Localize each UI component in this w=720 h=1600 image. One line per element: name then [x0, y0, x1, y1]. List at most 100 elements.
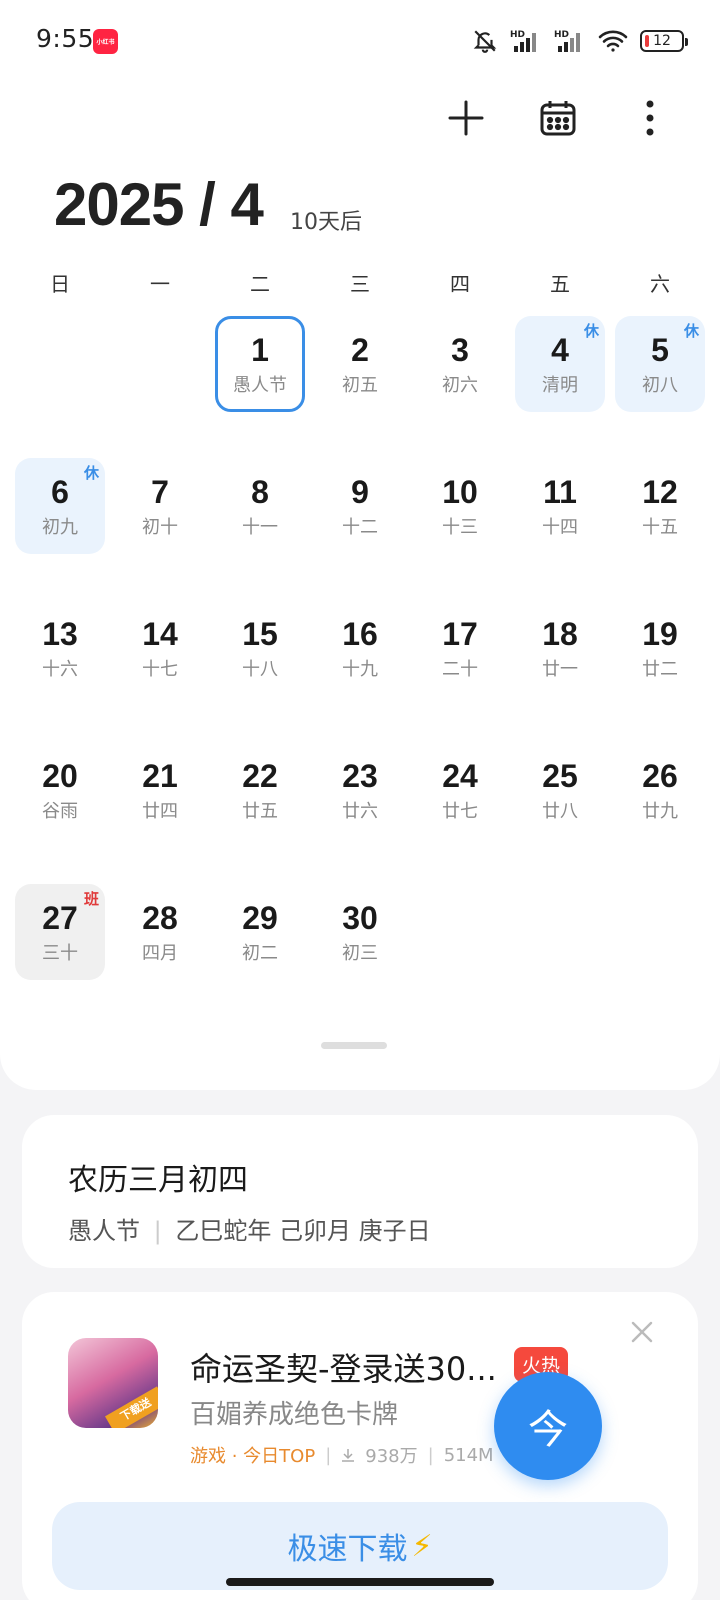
close-ad-button[interactable] [630, 1320, 660, 1350]
lunar-label: 四月 [142, 943, 178, 964]
status-time: 9:55 [36, 24, 95, 53]
lunar-label: 廿一 [542, 659, 578, 680]
today-label: 今 [528, 1407, 568, 1453]
day-cell[interactable]: 21 廿四 [115, 742, 205, 838]
calendar-icon [540, 101, 576, 136]
close-icon [631, 1321, 653, 1343]
weekday-label: 三 [350, 272, 370, 296]
day-cell[interactable]: 17 二十 [415, 600, 505, 696]
day-cell[interactable]: 29 初二 [215, 884, 305, 980]
app-icon[interactable]: 下载送 [68, 1338, 158, 1428]
lunar-label: 廿八 [542, 801, 578, 822]
day-cell[interactable]: 18 廿一 [515, 600, 605, 696]
day-cell[interactable]: 7 初十 [115, 458, 205, 554]
status-bar: 9:55 小红书 HD HD 12 [0, 0, 720, 84]
drag-handle[interactable] [321, 1042, 387, 1049]
day-number: 17 [442, 616, 478, 652]
day-number: 25 [542, 758, 578, 794]
day-cell[interactable]: 19 廿二 [615, 600, 705, 696]
ad-title[interactable]: 命运圣契-登录送30... [190, 1344, 497, 1390]
day-cell[interactable]: 8 十一 [215, 458, 305, 554]
rest-day-tag: 休 [683, 322, 699, 340]
app-size: 514M [443, 1444, 494, 1466]
day-cell[interactable]: 16 十九 [315, 600, 405, 696]
lunar-label: 初十 [142, 517, 178, 538]
day-number: 22 [242, 758, 278, 794]
day-cell[interactable]: 11 十四 [515, 458, 605, 554]
icon-banner: 下载送 [105, 1386, 158, 1428]
day-number: 11 [543, 474, 577, 510]
signal-2-label: HD [554, 30, 569, 40]
day-cell[interactable]: 3 初六 [415, 316, 505, 412]
xiaohongshu-notification-icon: 小红书 [93, 29, 118, 54]
lunar-info-card[interactable]: 农历三月初四 愚人节 | 乙巳蛇年 己卯月 庚子日 [22, 1115, 698, 1268]
add-event-button[interactable] [444, 96, 488, 140]
lunar-label: 廿五 [242, 801, 278, 822]
day-cell[interactable]: 20 谷雨 [15, 742, 105, 838]
more-options-button[interactable] [628, 96, 672, 140]
day-cell-today[interactable]: 1 愚人节 [215, 316, 305, 412]
lunar-label: 初九 [42, 517, 78, 538]
day-cell-holiday[interactable]: 休 5 初八 [615, 316, 705, 412]
day-cell[interactable]: 28 四月 [115, 884, 205, 980]
download-count: 938万 [365, 1446, 418, 1467]
weekday-label: 四 [450, 272, 470, 296]
plus-icon [448, 100, 484, 136]
more-vertical-icon [646, 100, 654, 136]
day-cell[interactable]: 14 十七 [115, 600, 205, 696]
lunar-date-detail: 愚人节 | 乙巳蛇年 己卯月 庚子日 [68, 1211, 431, 1246]
day-number: 29 [242, 900, 278, 936]
day-cell-holiday[interactable]: 休 6 初九 [15, 458, 105, 554]
lunar-label: 初三 [342, 943, 378, 964]
day-cell[interactable]: 25 廿八 [515, 742, 605, 838]
lunar-label: 廿四 [142, 801, 178, 822]
ad-description: 百媚养成绝色卡牌 [190, 1400, 399, 1430]
festival-name: 愚人节 [68, 1217, 140, 1245]
divider: | [153, 1217, 162, 1245]
ad-meta: 游戏 · 今日TOP | 938万 | 514M [190, 1442, 494, 1468]
day-number: 30 [342, 900, 378, 936]
lunar-label: 廿六 [342, 801, 378, 822]
signal-icon-2: HD [554, 30, 580, 52]
day-cell[interactable]: 30 初三 [315, 884, 405, 980]
day-number: 28 [142, 900, 178, 936]
day-cell[interactable]: 2 初五 [315, 316, 405, 412]
day-number: 20 [42, 758, 78, 794]
day-cell[interactable]: 15 十八 [215, 600, 305, 696]
fast-download-button[interactable]: 极速下载 ⚡ [52, 1502, 668, 1590]
empty-cell [110, 316, 210, 458]
day-cell[interactable]: 22 廿五 [215, 742, 305, 838]
month-title[interactable]: 2025 / 4 [54, 170, 264, 239]
weekday-header: 日 一 二 三 四 五 六 [10, 268, 710, 297]
weekday-label: 二 [250, 272, 270, 296]
lunar-label: 清明 [542, 375, 578, 396]
day-cell-holiday[interactable]: 休 4 清明 [515, 316, 605, 412]
lightning-icon: ⚡ [411, 1528, 433, 1564]
day-cell[interactable]: 24 廿七 [415, 742, 505, 838]
day-cell[interactable]: 12 十五 [615, 458, 705, 554]
weekday-label: 日 [50, 272, 70, 296]
status-icons: HD HD 12 [472, 24, 688, 58]
lunar-label: 十二 [342, 517, 378, 538]
day-cell[interactable]: 23 廿六 [315, 742, 405, 838]
view-switch-button[interactable] [536, 96, 580, 140]
day-cell[interactable]: 13 十六 [15, 600, 105, 696]
day-cell-workday[interactable]: 班 27 三十 [15, 884, 105, 980]
day-number: 8 [251, 474, 269, 510]
today-button[interactable]: 今 [494, 1372, 602, 1480]
day-number: 16 [342, 616, 378, 652]
day-number: 4 [551, 332, 569, 368]
divider: | [427, 1444, 434, 1466]
day-cell[interactable]: 9 十二 [315, 458, 405, 554]
rest-day-tag: 休 [583, 322, 599, 340]
day-number: 27 [42, 900, 78, 936]
day-cell[interactable]: 10 十三 [415, 458, 505, 554]
day-number: 21 [142, 758, 178, 794]
download-label: 极速下载 [287, 1532, 408, 1567]
day-number: 15 [242, 616, 278, 652]
home-indicator[interactable] [226, 1578, 494, 1586]
day-cell[interactable]: 26 廿九 [615, 742, 705, 838]
lunar-label: 二十 [442, 659, 478, 680]
day-number: 18 [542, 616, 578, 652]
day-number: 10 [442, 474, 478, 510]
